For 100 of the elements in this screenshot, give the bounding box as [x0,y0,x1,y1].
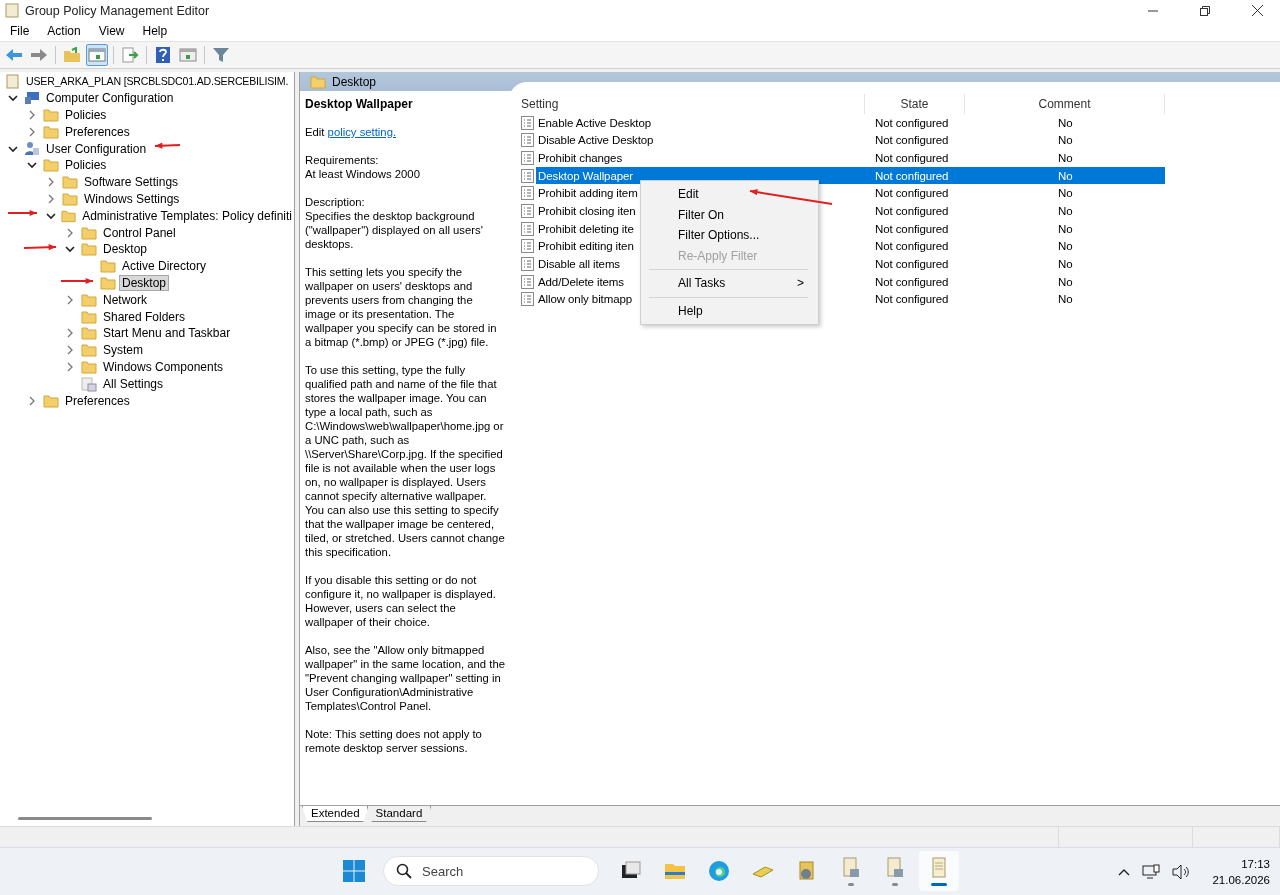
tree-item[interactable]: Windows Components [101,359,226,374]
setting-name[interactable]: Prohibit changes [536,152,623,165]
chevron-down-icon[interactable] [8,144,18,153]
menu-item[interactable]: Action [41,22,87,40]
toolbar-button[interactable] [86,44,108,66]
setting-name[interactable]: Disable all items [536,257,621,270]
tree-item[interactable]: Windows Settings [82,191,182,206]
description-paragraph: This setting lets you specify the wallpaper on users' desktops and prevents users from changing the image or its presentation. The wallpaper you specify can be stored in a bitmap (*.bmp) or JPEG (*.jpg) file. [305,265,498,349]
chevron-up-icon[interactable] [1118,867,1131,876]
comment-cell-text: No [1057,134,1073,147]
folder-up-icon [63,47,81,63]
tree-item[interactable]: Shared Folders [101,309,188,324]
console-tree-icon [88,47,106,63]
setting-name[interactable]: Prohibit deleting ite [536,222,634,235]
search-icon [396,863,412,879]
chevron-right-icon[interactable] [47,193,55,204]
comment-cell-text: No [1057,222,1073,235]
setting-name[interactable]: Disable Active Desktop [536,134,654,147]
column-header[interactable]: Comment [965,94,1165,114]
chevron-right-icon[interactable] [28,126,36,137]
comment-cell-text: No [1057,293,1073,306]
chevron-down-icon[interactable] [27,161,37,170]
folder-icon [43,124,59,139]
clock-time[interactable]: 17:13 [1241,855,1270,872]
policy-icon [521,168,534,183]
tree-item[interactable]: Administrative Templates: Policy definiti [80,208,294,223]
tree-item[interactable]: System [101,343,145,358]
panel-title: Desktop [332,74,377,89]
tree-item[interactable]: Active Directory [120,259,209,274]
chevron-right-icon[interactable] [66,361,74,372]
forward-arrow-icon [30,47,48,63]
chevron-right-icon[interactable] [66,345,74,356]
tree-item[interactable]: Computer Configuration [44,91,176,106]
tree-item[interactable]: Network [101,292,149,307]
menu-item[interactable]: Filter Options... [641,225,818,246]
annotation-arrow [7,209,38,217]
folder-icon [62,175,78,190]
chevron-right-icon[interactable] [66,227,74,238]
tree-item[interactable]: Control Panel [101,225,178,240]
users-icon [24,141,40,157]
clock-date[interactable]: 21.06.2026 [1212,871,1270,888]
description-paragraph: Description: Specifies the desktop background ("wallpaper") displayed on all users' desktops. [305,195,484,251]
help-icon [154,47,172,63]
chevron-right-icon[interactable] [47,177,55,188]
menu-item[interactable]: Help [136,22,174,40]
tree-item[interactable]: Desktop [101,242,150,257]
settings-list-icon [81,375,97,392]
tree-item[interactable]: User Configuration [44,141,149,156]
column-header[interactable]: State [865,94,965,114]
description-paragraph: Also, see the "Allow only bitmapped wallpaper" in the same location, and the "Prevent changing wallpaper" setting in User Configuration\Administrative Templates\Control Panel. [305,643,505,713]
setting-name[interactable]: Enable Active Desktop [536,116,651,129]
folder-icon [81,359,97,374]
chevron-right-icon[interactable] [66,328,74,339]
state-cell-text: Not configured [874,152,949,165]
tree-item[interactable]: Preferences [63,393,132,408]
annotation-arrow [23,244,57,251]
view-tab[interactable]: Extended [302,806,369,822]
tree-item[interactable]: Preferences [63,124,132,139]
windows-logo-icon [342,859,366,883]
chevron-right-icon[interactable] [66,294,74,305]
chevron-right-icon[interactable] [28,110,36,120]
setting-name[interactable]: Prohibit adding item [536,187,638,200]
network-icon[interactable] [1142,863,1161,880]
toolbar-button[interactable] [119,44,141,66]
setting-name[interactable]: Add/Delete items [536,275,624,288]
tree-item[interactable]: All Settings [101,376,166,391]
chevron-down-icon[interactable] [45,211,56,220]
column-header[interactable]: Setting [518,94,865,114]
chevron-right-icon[interactable] [28,395,36,406]
view-tab[interactable]: Standard [366,806,432,822]
setting-name[interactable]: Allow only bitmapp [536,293,633,306]
tree-item[interactable]: Desktop [120,275,169,290]
edit-label: Edit [305,126,325,138]
filter-icon [212,47,230,63]
menu-item[interactable]: Edit [641,184,818,205]
folder-icon [62,191,78,206]
restore-icon [1200,5,1210,16]
chevron-down-icon[interactable] [8,94,18,103]
menu-item[interactable]: File [4,22,36,40]
menu-item[interactable]: View [92,22,131,40]
tree-item[interactable]: USER_ARKA_PLAN [SRCBLSDC01.AD.SERCEBILISIM. [24,75,291,88]
setting-name[interactable]: Prohibit closing iten [536,205,636,217]
policy-setting-link[interactable]: policy setting. [327,126,397,138]
tree-item[interactable]: Policies [63,108,109,122]
tree-item[interactable]: Policies [63,158,109,173]
selected-row-highlight[interactable]: Desktop Wallpaper Not configured No [536,167,1165,185]
tree-item[interactable]: Start Menu and Taskbar [101,326,233,341]
setting-name[interactable]: Desktop Wallpaper [536,169,634,182]
menu-item[interactable]: All Tasks > [641,273,818,294]
menu-item[interactable]: Help [641,300,818,321]
policy-icon [521,239,534,254]
chevron-down-icon[interactable] [65,245,75,254]
menu-item[interactable]: Filter On [641,204,818,225]
tree-item[interactable]: Software Settings [82,175,181,190]
volume-icon[interactable] [1172,863,1191,880]
search-input[interactable]: Search [422,859,582,883]
policy-icon [521,274,534,289]
comment-cell-text: No [1057,169,1073,182]
search-box[interactable]: Search [383,856,599,886]
setting-name[interactable]: Prohibit editing iten [536,240,634,253]
